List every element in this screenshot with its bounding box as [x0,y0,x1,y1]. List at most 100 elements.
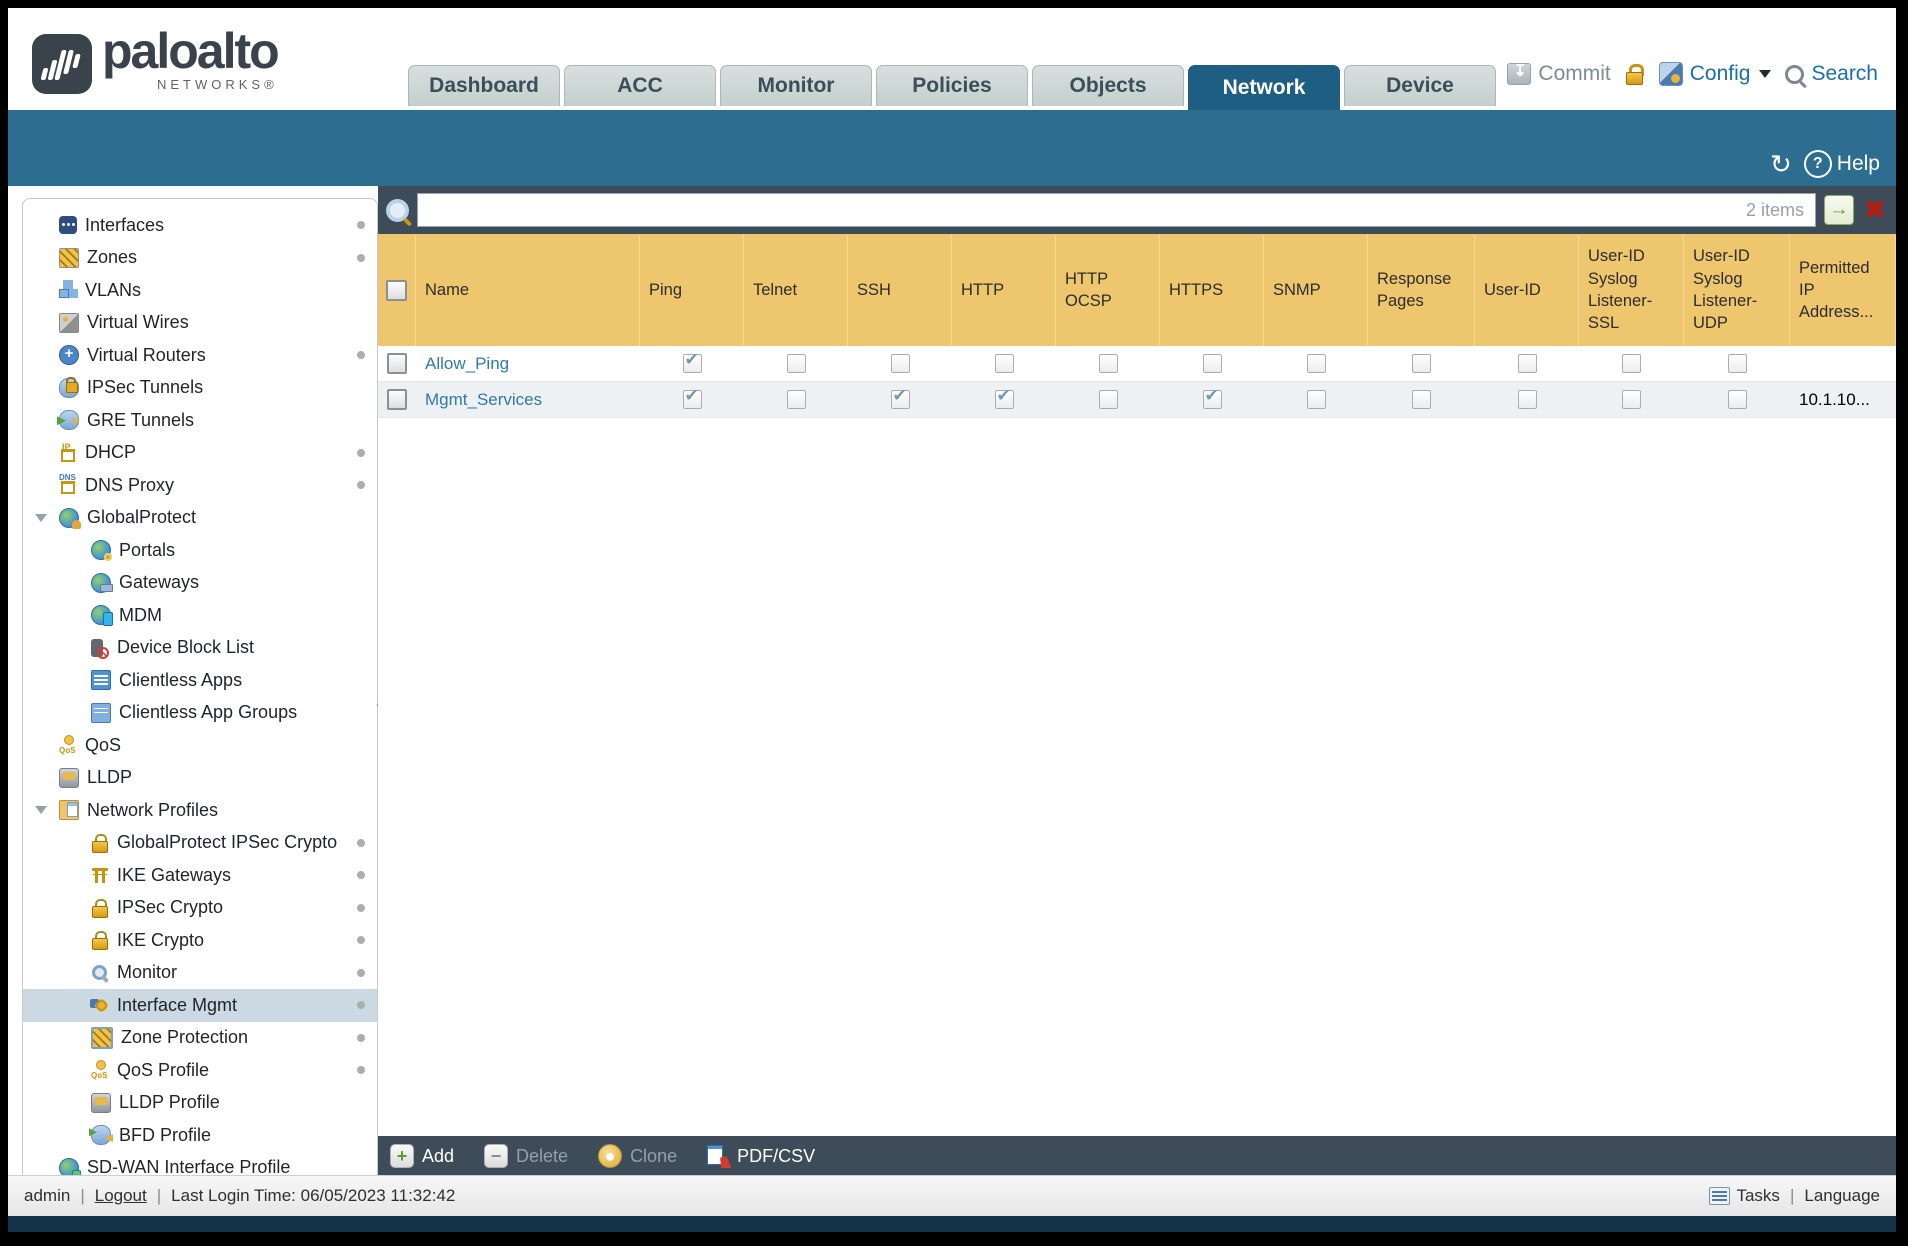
service-checkbox-snmp[interactable] [1306,354,1326,373]
column-header-name[interactable]: Name [416,234,640,346]
sidebar-item-ike-gateways[interactable]: IKE Gateways [23,859,377,892]
tab-objects[interactable]: Objects [1032,65,1184,106]
filter-input[interactable] [417,193,1816,227]
profile-name-link[interactable]: Allow_Ping [425,354,509,374]
service-checkbox-http[interactable] [994,386,1014,409]
tab-policies[interactable]: Policies [876,65,1028,106]
sidebar-item-network-profiles[interactable]: Network Profiles [23,794,377,827]
sidebar-item-clientless-apps[interactable]: Clientless Apps [23,664,377,697]
service-checkbox-http-ocsp[interactable] [1098,354,1118,373]
tasks-link[interactable]: Tasks [1736,1186,1779,1206]
service-checkbox-user-id-syslog-listener-ssl[interactable] [1622,390,1641,409]
sidebar-item-mdm[interactable]: MDM [23,599,377,632]
sidebar-item-qos-profile[interactable]: QoS Profile [23,1054,377,1087]
service-checkbox-response-pages[interactable] [1412,390,1431,409]
tab-network[interactable]: Network [1188,65,1340,110]
select-all-checkbox[interactable] [386,279,407,301]
service-checkbox-ssh[interactable] [890,386,910,409]
service-checkbox-snmp[interactable] [1306,390,1326,409]
sidebar-item-interfaces[interactable]: Interfaces [23,209,377,242]
qos-profile-icon [91,1060,109,1080]
clear-filter-button[interactable]: ✖ [1862,196,1888,224]
sidebar-item-virtual-wires[interactable]: Virtual Wires [23,307,377,340]
column-header-ssh[interactable]: SSH [848,234,952,346]
service-checkbox-telnet[interactable] [786,354,806,373]
column-header-ping[interactable]: Ping [640,234,744,346]
column-header-user-id[interactable]: User-ID [1475,234,1579,346]
service-checkbox-user-id[interactable] [1517,354,1537,373]
service-checkbox-ping[interactable] [682,386,702,409]
service-checkbox-http-ocsp[interactable] [1098,390,1118,409]
row-select-checkbox[interactable] [387,389,407,410]
sidebar-item-dhcp[interactable]: DHCP [23,437,377,470]
apply-filter-button[interactable]: → [1824,195,1854,225]
config-menu-button[interactable]: Config [1658,62,1772,86]
sidebar-item-ipsec-crypto[interactable]: IPSec Crypto [23,892,377,925]
bottom-toolbar: + Add − Delete ● Clone PDF/CSV [378,1136,1896,1176]
sidebar-item-portals[interactable]: Portals [23,534,377,567]
lock-icon[interactable] [1625,64,1645,85]
commit-button[interactable]: Commit [1507,61,1611,86]
column-header-response-pages[interactable]: Response Pages [1368,234,1475,346]
search-icon[interactable] [386,198,409,222]
expand-caret-icon[interactable] [35,806,47,815]
column-header-http-ocsp[interactable]: HTTP OCSP [1056,234,1160,346]
sidebar-item-lldp[interactable]: LLDP [23,762,377,795]
sidebar-item-virtual-routers[interactable]: Virtual Routers [23,339,377,372]
tab-dashboard[interactable]: Dashboard [408,65,560,106]
column-header-permitted-ip-address[interactable]: Permitted IP Address... [1790,234,1896,346]
sidebar-item-zones[interactable]: Zones [23,242,377,275]
profile-name-link[interactable]: Mgmt_Services [425,390,542,410]
add-button[interactable]: + Add [390,1144,454,1168]
language-link[interactable]: Language [1804,1186,1880,1206]
sidebar-item-lldp-profile[interactable]: LLDP Profile [23,1087,377,1120]
sidebar-item-gateways[interactable]: Gateways [23,567,377,600]
refresh-icon[interactable]: ↻ [1770,151,1792,177]
service-checkbox-ping[interactable] [682,350,702,373]
sidebar-item-monitor[interactable]: Monitor [23,957,377,990]
sidebar-item-device-block-list[interactable]: Device Block List [23,632,377,665]
column-header-https[interactable]: HTTPS [1160,234,1264,346]
sidebar-item-zone-protection[interactable]: Zone Protection [23,1022,377,1055]
help-button[interactable]: ? Help [1803,150,1880,178]
row-select-checkbox[interactable] [387,353,407,374]
column-header-user-id-syslog-listener-udp[interactable]: User-ID Syslog Listener-UDP [1684,234,1790,346]
tab-device[interactable]: Device [1344,65,1496,106]
sidebar-item-dns-proxy[interactable]: DNS Proxy [23,469,377,502]
tab-acc[interactable]: ACC [564,65,716,106]
sidebar-item-sd-wan-interface-profile[interactable]: SD-WAN Interface Profile [23,1152,377,1176]
service-checkbox-telnet[interactable] [786,390,806,409]
sidebar-item-ipsec-tunnels[interactable]: IPSec Tunnels [23,372,377,405]
global-search-button[interactable]: Search [1785,62,1878,86]
expand-caret-icon[interactable] [35,513,47,522]
column-header-user-id-syslog-listener-ssl[interactable]: User-ID Syslog Listener-SSL [1579,234,1684,346]
service-checkbox-user-id-syslog-listener-ssl[interactable] [1622,354,1641,373]
sidebar-item-ike-crypto[interactable]: IKE Crypto [23,924,377,957]
sidebar-item-globalprotect-ipsec-crypto[interactable]: GlobalProtect IPSec Crypto [23,827,377,860]
sidebar-item-gre-tunnels[interactable]: GRE Tunnels [23,404,377,437]
sidebar-item-globalprotect[interactable]: GlobalProtect [23,502,377,535]
sidebar-item-interface-mgmt[interactable]: Interface Mgmt [23,989,377,1022]
sidebar-item-bfd-profile[interactable]: BFD Profile [23,1119,377,1152]
service-checkbox-ssh[interactable] [890,354,910,373]
column-header-snmp[interactable]: SNMP [1264,234,1368,346]
service-checkbox-https[interactable] [1202,386,1222,409]
sidebar-item-vlans[interactable]: VLANs [23,274,377,307]
service-checkbox-response-pages[interactable] [1412,354,1431,373]
service-checkbox-user-id[interactable] [1517,390,1537,409]
sidebar-item-label: Network Profiles [87,799,219,820]
clone-button[interactable]: ● Clone [598,1144,677,1168]
delete-button[interactable]: − Delete [484,1144,568,1168]
service-checkbox-user-id-syslog-listener-udp[interactable] [1727,390,1747,409]
column-header-http[interactable]: HTTP [952,234,1056,346]
service-checkbox-https[interactable] [1202,354,1222,373]
tab-monitor[interactable]: Monitor [720,65,872,106]
service-checkbox-http[interactable] [994,354,1014,373]
pdf-csv-button[interactable]: PDF/CSV [707,1145,815,1167]
item-dot-indicator [357,1001,365,1010]
logout-link[interactable]: Logout [95,1186,147,1206]
sidebar-item-qos[interactable]: QoS [23,729,377,762]
column-header-telnet[interactable]: Telnet [744,234,848,346]
service-checkbox-user-id-syslog-listener-udp[interactable] [1727,354,1747,373]
sidebar-item-clientless-app-groups[interactable]: Clientless App Groups [23,697,377,730]
